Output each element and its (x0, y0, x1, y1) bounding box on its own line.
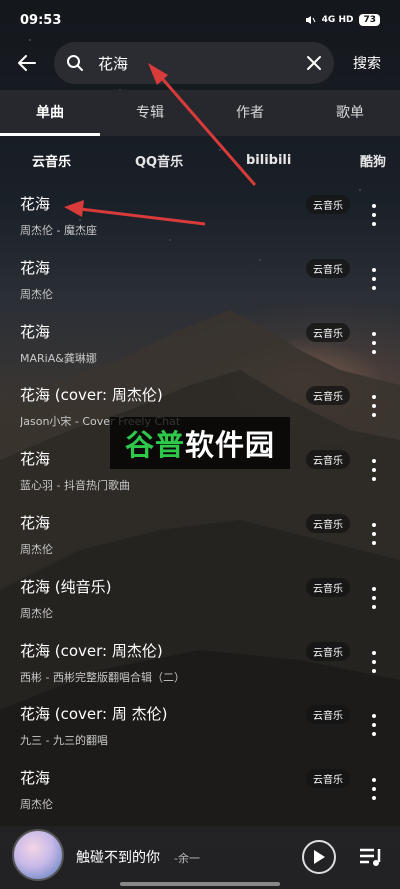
source-badge: 云音乐 (306, 450, 350, 470)
list-item[interactable]: 花海 (纯音乐) 周杰伦 云音乐 (0, 563, 400, 627)
back-button[interactable] (0, 40, 54, 86)
song-list: 花海 周杰伦 - 魔杰座 云音乐 花海 周杰伦 云音乐 花海 MARiA&龚琳娜… (0, 180, 400, 818)
tab-artists[interactable]: 作者 (200, 90, 300, 136)
source-badge: 云音乐 (306, 769, 350, 789)
song-title: 花海 (20, 195, 51, 213)
list-item[interactable]: 花海 (cover: 周杰伦) 西彬 - 西彬完整版翻唱合辑（二） 云音乐 (0, 627, 400, 691)
song-title: 花海 (纯音乐) (20, 577, 112, 596)
song-title: 花海 (20, 450, 51, 469)
more-options-icon[interactable] (366, 650, 382, 673)
source-badge: 云音乐 (306, 322, 350, 342)
search-query-text[interactable]: 花海 (84, 53, 306, 74)
song-subtitle: 周杰伦 (20, 606, 53, 620)
song-subtitle: MARiA&龚琳娜 (20, 351, 97, 365)
source-badge: 云音乐 (306, 195, 350, 214)
source-badge: 云音乐 (306, 386, 350, 406)
list-item[interactable]: 花海 (cover: 周 杰伦) 九三 - 九三的翻唱 云音乐 (0, 690, 400, 754)
play-button[interactable] (302, 840, 336, 874)
song-title: 花海 (20, 513, 51, 532)
source-badge: 云音乐 (306, 258, 350, 278)
song-subtitle: 九三 - 九三的翻唱 (20, 734, 108, 748)
clear-icon[interactable] (306, 55, 322, 71)
mini-player[interactable]: 触碰不到的你 -余一 (0, 826, 400, 889)
network-label: 4G HD (321, 15, 354, 25)
list-item[interactable]: 花海 周杰伦 - 魔杰座 云音乐 (0, 180, 400, 244)
tab-songs[interactable]: 单曲 (0, 90, 100, 136)
song-subtitle: 蓝心羽 - 抖音热门歌曲 (20, 479, 130, 493)
list-item[interactable]: 花海 周杰伦 云音乐 (0, 754, 400, 818)
more-options-icon[interactable] (366, 459, 382, 482)
watermark-logo: 谷普 软件园 (110, 417, 290, 469)
more-options-icon[interactable] (366, 522, 382, 545)
list-item[interactable]: 花海 周杰伦 云音乐 (0, 499, 400, 563)
more-options-icon[interactable] (366, 395, 382, 418)
song-title: 花海 (20, 258, 51, 277)
search-bar: 花海 搜索 (0, 40, 400, 86)
source-badge: 云音乐 (306, 641, 350, 661)
tab-playlists[interactable]: 歌单 (300, 90, 400, 136)
song-title: 花海 (cover: 周杰伦) (20, 641, 163, 660)
source-badge: 云音乐 (306, 513, 350, 533)
now-playing-artist: -余一 (174, 852, 200, 865)
status-time: 09:53 (20, 12, 62, 28)
song-title: 花海 (20, 322, 51, 341)
song-subtitle: 周杰伦 (20, 542, 53, 556)
watermark-text-white: 软件园 (185, 428, 276, 462)
song-subtitle: 周杰伦 (20, 798, 53, 812)
search-icon (67, 55, 83, 71)
result-type-tabs: 单曲 专辑 作者 歌单 (0, 90, 400, 136)
mute-icon (305, 16, 316, 24)
song-title: 花海 (20, 769, 51, 788)
song-subtitle: 周杰伦 (20, 287, 53, 301)
song-subtitle: 周杰伦 - 魔杰座 (20, 224, 97, 237)
source-badge: 云音乐 (306, 577, 350, 597)
watermark-text-green: 谷普 (124, 428, 185, 462)
song-subtitle: 西彬 - 西彬完整版翻唱合辑（二） (20, 670, 185, 684)
more-options-icon[interactable] (366, 267, 382, 290)
more-options-icon[interactable] (366, 331, 382, 354)
more-options-icon[interactable] (366, 714, 382, 737)
search-input[interactable]: 花海 (54, 42, 334, 84)
more-options-icon[interactable] (366, 778, 382, 801)
battery-indicator: 73 (359, 14, 380, 26)
source-qq-music[interactable]: QQ音乐 (135, 151, 183, 170)
song-title: 花海 (cover: 周 杰伦) (20, 705, 168, 724)
play-icon (314, 850, 325, 864)
list-item[interactable]: 花海 周杰伦 云音乐 (0, 244, 400, 308)
status-bar: 09:53 4G HD 73 (0, 0, 400, 40)
source-filter-bar: 云音乐 QQ音乐 bilibili 酷狗 (0, 140, 400, 180)
source-kugou[interactable]: 酷狗 (360, 151, 386, 170)
more-options-icon[interactable] (366, 586, 382, 609)
list-item[interactable]: 花海 MARiA&龚琳娜 云音乐 (0, 308, 400, 372)
song-title: 花海 (cover: 周杰伦) (20, 386, 163, 405)
source-netease[interactable]: 云音乐 (32, 151, 71, 170)
album-cover[interactable] (12, 829, 64, 881)
home-indicator[interactable] (120, 882, 280, 886)
back-arrow-icon (18, 55, 36, 71)
tab-albums[interactable]: 专辑 (100, 90, 200, 136)
source-badge: 云音乐 (306, 705, 350, 725)
now-playing-title: 触碰不到的你 (76, 850, 160, 866)
source-bilibili[interactable]: bilibili (246, 153, 291, 168)
search-button[interactable]: 搜索 (334, 53, 400, 73)
more-options-icon[interactable] (366, 204, 382, 226)
playlist-queue-icon[interactable] (358, 845, 384, 869)
